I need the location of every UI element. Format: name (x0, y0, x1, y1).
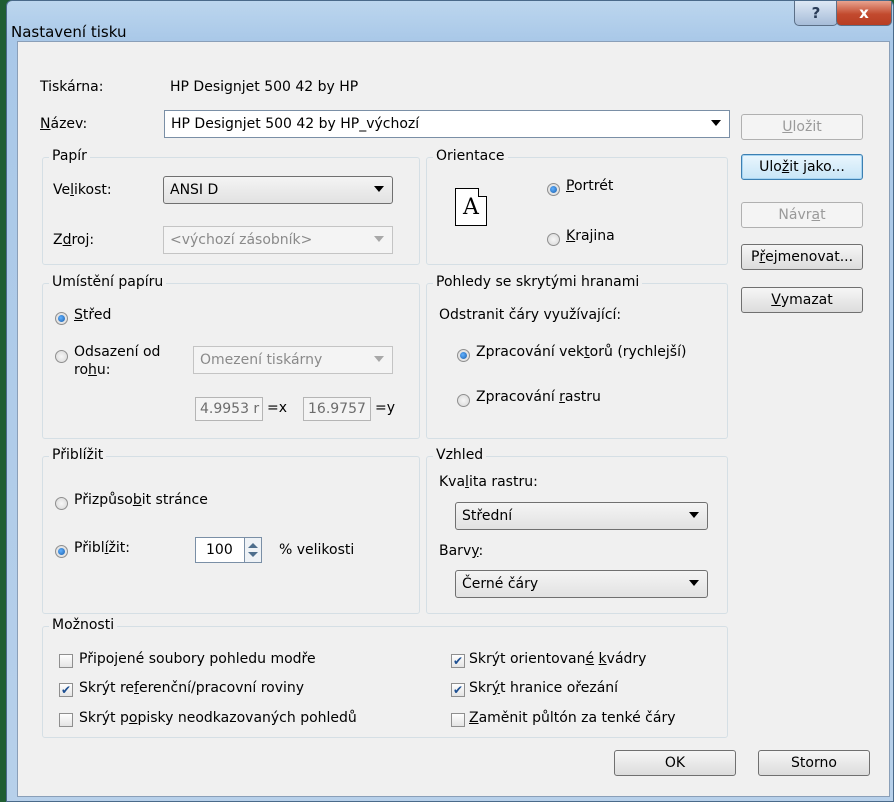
landscape-radio[interactable] (547, 233, 560, 246)
paper-group-title: Papír (49, 148, 90, 164)
fit-to-page-radio[interactable] (55, 497, 68, 510)
source-select-value: <výchozí zásobník> (170, 232, 313, 248)
options-group: Možnosti Připojené soubory pohledu modře… (42, 617, 728, 738)
size-label: Velikost: (53, 182, 112, 198)
placement-group-title: Umístění papíru (49, 274, 167, 290)
rename-button[interactable]: Př ejmenovat... (741, 244, 863, 270)
hide-unref-tags-label[interactable]: Skrýt popisky neodkazovaných pohledů (79, 710, 357, 726)
appearance-group-title: Vzhled (433, 447, 487, 463)
help-button[interactable]: ? (794, 1, 838, 26)
zoom-label[interactable]: Přiblížit: (74, 540, 130, 556)
name-select[interactable]: HP Designjet 500 42 by HP_výchozí (164, 110, 730, 138)
chevron-down-icon (374, 236, 384, 242)
source-select[interactable]: <výchozí zásobník> (163, 226, 393, 254)
center-radio[interactable] (55, 312, 68, 325)
hide-crop-bounds-label[interactable]: Skrýt hranice ořezání (469, 680, 618, 696)
zoom-input[interactable]: 100 (195, 537, 245, 563)
revert-button[interactable]: Návr a t (741, 202, 863, 228)
offset-x-input[interactable]: 4.9953 r (195, 397, 263, 421)
printer-value: HP Designjet 500 42 by HP (170, 79, 359, 95)
fit-to-page-label[interactable]: Přizpůsobit stránce (74, 492, 208, 508)
offset-select-value: Omezení tiskárny (200, 352, 323, 368)
hide-crop-bounds-checkbox[interactable]: ✔ (451, 683, 465, 697)
vector-label[interactable]: Zpracování vektorů (rychlejší) (476, 344, 686, 360)
ok-button[interactable]: OK (614, 750, 736, 776)
hide-unref-tags-checkbox[interactable] (59, 713, 73, 727)
raster-label[interactable]: Zpracování rastru (476, 389, 601, 405)
halftone-thin-label[interactable]: Zaměnit půltón za tenké čáry (469, 710, 676, 726)
hide-ref-planes-checkbox[interactable]: ✔ (59, 683, 73, 697)
colors-label: Barvy: (439, 543, 484, 559)
vector-radio[interactable] (457, 349, 470, 362)
paper-placement-group: Umístění papíru Střed Odsazení od rohu: … (42, 274, 420, 439)
landscape-label[interactable]: Krajina (566, 228, 615, 244)
zoom-group-title: Přiblížit (49, 447, 107, 463)
paper-group: Papír Velikost: ANSI D Zdroj: <výchozí z… (42, 148, 420, 265)
zoom-spinner[interactable] (244, 537, 262, 563)
chevron-down-icon (689, 580, 699, 586)
name-label: Název: (40, 116, 88, 132)
zoom-suffix: % velikosti (279, 542, 355, 558)
offset-radio[interactable] (55, 350, 68, 363)
title-bar[interactable]: Nastavení tisku ? x (7, 1, 893, 41)
source-label: Zdroj: (53, 232, 95, 248)
options-group-title: Možnosti (49, 617, 118, 633)
window-title: Nastavení tisku (11, 23, 127, 41)
spin-down-icon[interactable] (248, 552, 258, 557)
cancel-button[interactable]: Storno (758, 750, 870, 776)
hidden-lines-group: Pohledy se skrytými hranami Odstranit čá… (426, 274, 728, 439)
hide-scope-boxes-label[interactable]: Skrýt orientované kvádry (469, 651, 646, 667)
center-label[interactable]: Střed (74, 307, 111, 323)
save-button[interactable]: Uložit (741, 114, 863, 140)
zoom-group: Přiblížit Přizpůsobit stránce Přiblížit:… (42, 447, 420, 614)
linked-files-label[interactable]: Připojené soubory pohledu modře (79, 651, 316, 667)
size-select[interactable]: ANSI D (163, 176, 393, 204)
size-select-value: ANSI D (170, 182, 219, 198)
chevron-down-icon (689, 512, 699, 518)
halftone-thin-checkbox[interactable] (451, 713, 465, 727)
chevron-down-icon (374, 356, 384, 362)
chevron-down-icon (711, 120, 721, 126)
zoom-radio[interactable] (55, 545, 68, 558)
quality-label: Kvalita rastru: (439, 474, 538, 490)
save-as-button[interactable]: Ulo ž it jako... (741, 154, 863, 180)
spin-up-icon[interactable] (248, 543, 258, 548)
close-button[interactable]: x (836, 1, 892, 26)
offset-select[interactable]: Omezení tiskárny (193, 346, 393, 374)
portrait-radio[interactable] (547, 183, 560, 196)
offset-label-line2[interactable]: rohu: (74, 362, 110, 378)
name-select-value: HP Designjet 500 42 by HP_výchozí (171, 116, 420, 132)
orientation-group-title: Orientace (433, 148, 508, 164)
x-suffix: =x (267, 400, 288, 416)
hide-scope-boxes-checkbox[interactable]: ✔ (451, 654, 465, 668)
chevron-down-icon (374, 186, 384, 192)
orientation-group: Orientace A Portrét Krajina (426, 148, 728, 265)
hide-ref-planes-label[interactable]: Skrýt referenční/pracovní roviny (79, 680, 304, 696)
offset-y-input[interactable]: 16.9757 (303, 397, 371, 421)
hidden-lines-group-title: Pohledy se skrytými hranami (433, 274, 643, 290)
colors-select[interactable]: Černé čáry (455, 570, 708, 598)
delete-button[interactable]: Vymazat (741, 287, 863, 313)
portrait-label[interactable]: Portrét (566, 178, 613, 194)
hidden-lines-label: Odstranit čáry využívající: (439, 307, 622, 323)
printer-label: Tiskárna: (40, 79, 104, 95)
print-setup-window: Nastavení tisku ? x Tiskárna: HP Designj… (6, 0, 894, 802)
linked-files-checkbox[interactable] (59, 654, 73, 668)
appearance-group: Vzhled Kvalita rastru: Střední Barvy: Če… (426, 447, 728, 614)
quality-select[interactable]: Střední (455, 502, 708, 530)
dialog-client-area: Tiskárna: HP Designjet 500 42 by HP Náze… (17, 41, 890, 797)
y-suffix: =y (375, 400, 396, 416)
page-orientation-icon: A (455, 188, 487, 226)
raster-radio[interactable] (457, 394, 470, 407)
quality-select-value: Střední (462, 508, 513, 524)
colors-select-value: Černé čáry (462, 576, 539, 592)
offset-label-line1[interactable]: Odsazení od (74, 344, 160, 360)
